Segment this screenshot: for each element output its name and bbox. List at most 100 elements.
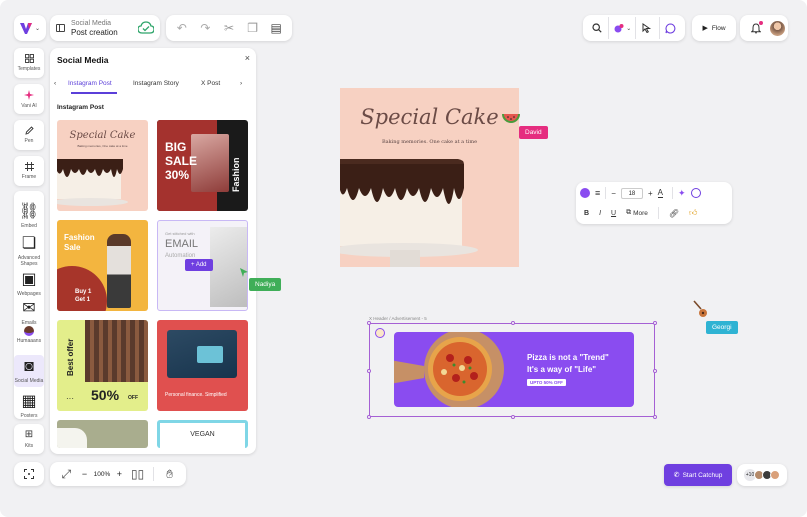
thumb-offer-dots: ··· <box>66 394 74 403</box>
pen-icon <box>24 126 34 135</box>
map-icon[interactable]: ▯▯ <box>129 461 147 487</box>
embed-link-icon: ⛓ <box>18 203 40 220</box>
copy-icon[interactable]: ❐ <box>241 15 265 41</box>
thumb-finance-text: Personal finance. Simplified <box>165 392 227 398</box>
social-media-icon: ◙ <box>24 358 34 375</box>
rail-webpages[interactable]: ▣ Webpages <box>14 269 44 297</box>
app-menu-button[interactable]: ⌄ <box>14 15 46 41</box>
magic-ai-icon[interactable]: ✦ <box>678 188 686 199</box>
redo-icon[interactable]: ↷ <box>194 15 218 41</box>
italic-button[interactable]: I <box>599 210 601 217</box>
font-color-icon[interactable]: A <box>657 188 663 198</box>
resize-handle[interactable] <box>653 369 657 373</box>
thumbs-up-icon[interactable]: 👍︎ <box>689 208 697 218</box>
link-icon[interactable]: 🔗︎ <box>669 209 679 218</box>
tab-instagram-story[interactable]: Instagram Story <box>133 80 179 87</box>
template-thumb-7[interactable] <box>57 420 148 448</box>
template-thumb-vegan[interactable]: VEGAN <box>157 420 248 448</box>
rail-posters[interactable]: ▦ Posters <box>14 391 44 419</box>
template-thumb-cake[interactable]: Special Cake Baking memories, One cake a… <box>57 120 148 211</box>
flow-label: Flow <box>711 24 726 32</box>
resize-handle[interactable] <box>511 321 515 325</box>
tab-instagram-post[interactable]: Instagram Post <box>68 80 112 87</box>
resize-handle[interactable] <box>367 369 371 373</box>
rail-advanced-shapes[interactable]: ❏ Advanced Shapes <box>14 233 44 267</box>
tab-x-post[interactable]: X Post <box>201 80 220 87</box>
zoom-out-button[interactable]: − <box>82 469 87 479</box>
expand-icon[interactable]: ⤢ <box>57 461 75 487</box>
comment-icon[interactable] <box>660 15 682 41</box>
canvas-cake-post[interactable]: Special Cake Baking memories. One cake a… <box>340 88 519 267</box>
tab-scroll-left-icon[interactable]: ‹ <box>54 80 56 87</box>
canvas-pizza-banner[interactable]: Pizza is not a "Trend" It's a way of "Li… <box>394 332 634 407</box>
more-label: More <box>633 209 648 217</box>
close-icon[interactable]: × <box>245 53 250 63</box>
notifications-profile <box>740 15 788 41</box>
app-window: ⌄ Social Media Post creation ↶ ↷ ✂ ❐ ▤ ⌄ <box>0 0 807 517</box>
template-thumb-fashion-sale[interactable]: Fashion Sale Buy 1 Get 1 <box>57 220 148 311</box>
rail-social-media[interactable]: ◙ Social Media <box>14 355 44 387</box>
hand-pan-icon[interactable]: ✋︎ <box>161 461 179 487</box>
zoom-in-button[interactable]: + <box>117 469 122 479</box>
banner-cta[interactable]: UPTO 50% OFF <box>527 379 566 386</box>
search-icon[interactable] <box>586 15 608 41</box>
template-thumb-email[interactable]: Get stitched with EMAIL Automation + Add <box>157 220 248 311</box>
comment-icon[interactable] <box>690 188 701 198</box>
chevron-down-icon: ⌄ <box>34 25 41 32</box>
rail-embed-label: Embed <box>21 223 37 229</box>
underline-button[interactable]: U <box>611 210 616 217</box>
rail-templates[interactable]: Templates <box>14 48 44 78</box>
panel-tabs: ‹ Instagram Post Instagram Story X Post … <box>54 78 252 94</box>
banner-line1[interactable]: Pizza is not a "Trend" <box>527 353 609 362</box>
template-thumb-best-offer[interactable]: Best offer ··· 50% OFF <box>57 320 148 411</box>
text-format-toolbar: ≡ − 18 + A ✦ B I U ⧉ More 🔗︎ 👍︎ <box>576 182 732 224</box>
banner-badge-icon <box>375 328 385 338</box>
present-pointer-icon[interactable] <box>636 15 658 41</box>
start-catchup-button[interactable]: ✆ Start Catchup <box>664 464 732 486</box>
bell-icon[interactable] <box>743 15 769 41</box>
text-color-swatch[interactable] <box>580 188 590 198</box>
divider <box>153 467 155 481</box>
resize-handle[interactable] <box>653 415 657 419</box>
thumb-offer-pct: 50% <box>91 387 120 403</box>
thumb-fashion-l1: Fashion <box>64 233 95 242</box>
resize-handle[interactable] <box>653 321 657 325</box>
thumb-sale-l3: 30% <box>165 168 190 182</box>
rail-kits[interactable]: ⊞ Kits <box>14 424 44 454</box>
font-size-decrease[interactable]: − <box>611 189 616 198</box>
font-size-increase[interactable]: + <box>648 189 653 198</box>
resize-handle[interactable] <box>367 415 371 419</box>
avatar <box>770 470 780 480</box>
cake-post-tagline[interactable]: Baking memories. One cake at a time <box>340 139 519 145</box>
rail-embed[interactable]: ⛓ Embed <box>14 201 44 229</box>
template-thumb-finance[interactable]: Personal finance. Simplified <box>157 320 248 411</box>
add-template-button[interactable]: + Add <box>185 259 213 271</box>
fit-to-screen-button[interactable] <box>14 462 44 486</box>
cake-post-title[interactable]: Special Cake <box>340 105 519 129</box>
rail-frame[interactable]: Frame <box>14 156 44 186</box>
tab-scroll-right-icon[interactable]: › <box>240 80 242 87</box>
user-avatar[interactable] <box>769 20 785 36</box>
undo-icon[interactable]: ↶ <box>170 15 194 41</box>
rail-templates-label: Templates <box>17 66 41 72</box>
banner-line2[interactable]: It's a way of "Life" <box>527 365 596 374</box>
clipboard-icon[interactable]: ▤ <box>264 15 288 41</box>
scissors-icon[interactable]: ✂ <box>217 15 241 41</box>
rail-emails[interactable]: ✉ Emails <box>14 298 44 326</box>
magic-ai-icon[interactable]: ⌄ <box>609 15 635 41</box>
more-options-button[interactable]: ⧉ More <box>626 209 648 217</box>
resize-handle[interactable] <box>367 321 371 325</box>
rail-humaaans[interactable]: Humaaans <box>14 326 44 344</box>
template-thumb-big-sale[interactable]: BIG SALE 30% Fashion <box>157 120 248 211</box>
zoom-level[interactable]: 100% <box>94 471 111 478</box>
rail-pen[interactable]: Pen <box>14 120 44 150</box>
font-size-input[interactable]: 18 <box>620 187 643 199</box>
align-icon[interactable]: ≡ <box>595 188 600 198</box>
document-name[interactable]: Post creation <box>71 28 118 38</box>
rail-vani-ai[interactable]: Vani AI <box>14 84 44 114</box>
collaborators[interactable]: +10 <box>737 464 787 486</box>
flow-button[interactable]: ▶ Flow <box>692 15 736 41</box>
thumb-sale-l1: BIG <box>165 140 187 154</box>
resize-handle[interactable] <box>511 415 515 419</box>
bold-button[interactable]: B <box>584 210 589 217</box>
